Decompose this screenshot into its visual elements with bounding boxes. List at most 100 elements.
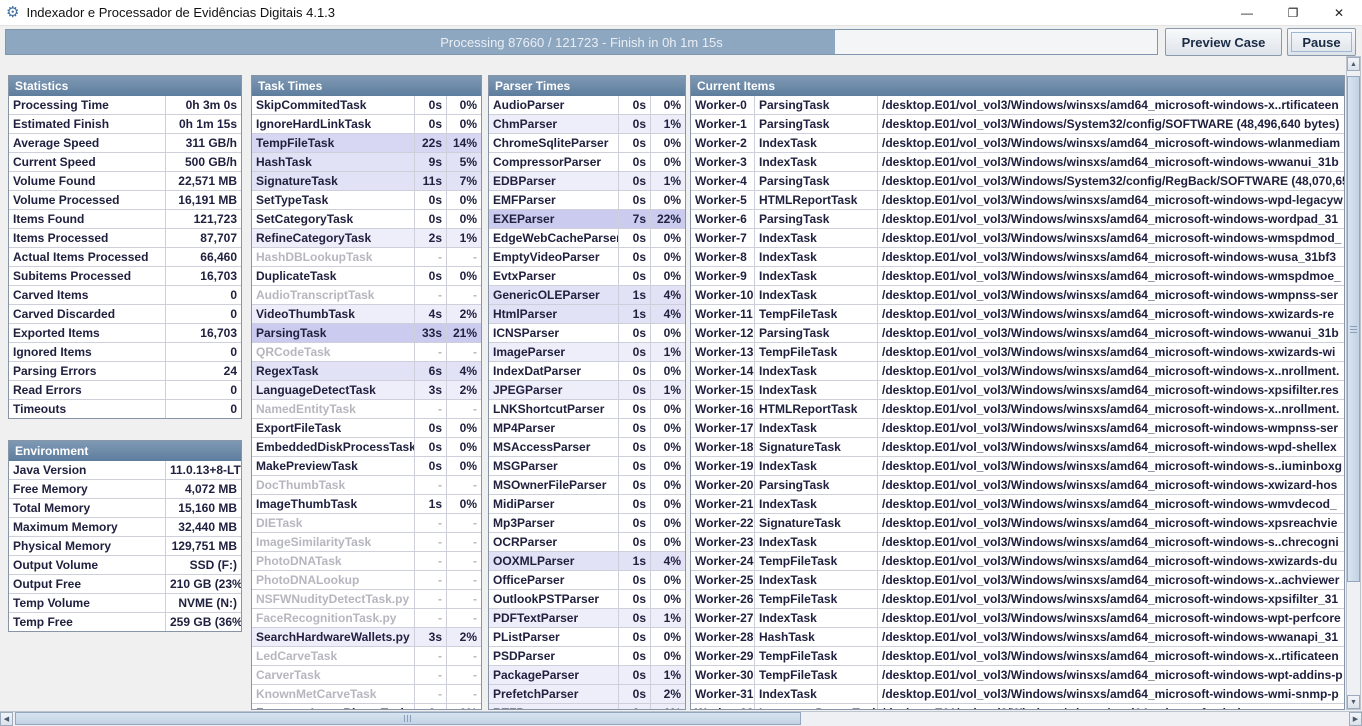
worker-name: Worker-14 bbox=[691, 362, 755, 380]
task-percent: 4% bbox=[651, 552, 685, 570]
table-row: Processing Time0h 3m 0s bbox=[9, 96, 241, 115]
task-time: 0s bbox=[619, 343, 651, 361]
task-name: ParsingTask bbox=[252, 324, 415, 342]
worker-item-path: /desktop.E01/vol_vol3/Windows/winsxs/amd… bbox=[878, 514, 1344, 532]
worker-item-path: /desktop.E01/vol_vol3/Windows/winsxs/amd… bbox=[878, 96, 1344, 114]
worker-task: ParsingTask bbox=[755, 115, 878, 133]
stat-label: Exported Items bbox=[9, 324, 166, 342]
table-row: QRCodeTask-- bbox=[252, 343, 481, 362]
worker-name: Worker-19 bbox=[691, 457, 755, 475]
task-name: CompressorParser bbox=[489, 153, 619, 171]
horizontal-scrollbar[interactable]: ◀ ▶ bbox=[0, 711, 1362, 726]
worker-task: ParsingTask bbox=[755, 210, 878, 228]
task-time: 0s bbox=[415, 96, 447, 114]
task-percent: 0% bbox=[651, 248, 685, 266]
table-row: Worker-6ParsingTask/desktop.E01/vol_vol3… bbox=[691, 210, 1344, 229]
scroll-left-icon[interactable]: ◀ bbox=[0, 712, 13, 726]
table-row: RefineCategoryTask2s1% bbox=[252, 229, 481, 248]
title-bar: ⚙ Indexador e Processador de Evidências … bbox=[0, 0, 1362, 26]
worker-item-path: /desktop.E01/vol_vol3/Windows/winsxs/amd… bbox=[878, 647, 1344, 665]
maximize-button[interactable]: ❐ bbox=[1270, 0, 1316, 26]
stat-value: 16,703 bbox=[166, 267, 241, 285]
minimize-button[interactable]: — bbox=[1224, 0, 1270, 26]
task-name: RegexTask bbox=[252, 362, 415, 380]
table-row: Worker-8IndexTask/desktop.E01/vol_vol3/W… bbox=[691, 248, 1344, 267]
stat-label: Items Found bbox=[9, 210, 166, 228]
stat-value: 0 bbox=[166, 286, 241, 304]
task-name: Mp3Parser bbox=[489, 514, 619, 532]
worker-item-path: /desktop.E01/vol_vol3/Windows/winsxs/amd… bbox=[878, 400, 1344, 418]
progress-bar: Processing 87660 / 121723 - Finish in 0h… bbox=[5, 29, 1158, 55]
worker-task: IndexTask bbox=[755, 457, 878, 475]
table-row: VideoThumbTask4s2% bbox=[252, 305, 481, 324]
stat-label: Maximum Memory bbox=[9, 518, 166, 536]
stat-value: NVME (N:) bbox=[166, 594, 241, 612]
table-row: ChromeSqliteParser0s0% bbox=[489, 134, 685, 153]
worker-item-path: /desktop.E01/vol_vol3/Windows/System32/c… bbox=[878, 115, 1344, 133]
task-name: QRCodeTask bbox=[252, 343, 415, 361]
task-name: SearchHardwareWallets.py bbox=[252, 628, 415, 646]
task-name: HashDBLookupTask bbox=[252, 248, 415, 266]
worker-task: IndexTask bbox=[755, 286, 878, 304]
table-row: IndexDatParser0s0% bbox=[489, 362, 685, 381]
task-time: - bbox=[415, 400, 447, 418]
worker-name: Worker-21 bbox=[691, 495, 755, 513]
close-button[interactable]: ✕ bbox=[1316, 0, 1362, 26]
task-name: PackageParser bbox=[489, 666, 619, 684]
table-row: MP4Parser0s0% bbox=[489, 419, 685, 438]
task-percent: - bbox=[447, 571, 481, 589]
vertical-scrollbar[interactable]: ▲ ▼ bbox=[1346, 56, 1361, 710]
scroll-down-icon[interactable]: ▼ bbox=[1347, 695, 1360, 709]
table-row: PSDParser0s0% bbox=[489, 647, 685, 666]
worker-item-path: /desktop.E01/vol_vol3/Windows/winsxs/amd… bbox=[878, 419, 1344, 437]
task-time: 3s bbox=[415, 381, 447, 399]
task-name: FaceRecognitionTask.py bbox=[252, 609, 415, 627]
task-time: 0s bbox=[619, 514, 651, 532]
task-percent: 2% bbox=[447, 305, 481, 323]
table-row: Volume Processed16,191 MB bbox=[9, 191, 241, 210]
table-row: EXEParser7s22% bbox=[489, 210, 685, 229]
horizontal-scrollbar-thumb[interactable] bbox=[15, 712, 801, 725]
preview-case-button[interactable]: Preview Case bbox=[1165, 28, 1282, 56]
task-name: AudioParser bbox=[489, 96, 619, 114]
table-row: Worker-19IndexTask/desktop.E01/vol_vol3/… bbox=[691, 457, 1344, 476]
table-row: Ignored Items0 bbox=[9, 343, 241, 362]
task-percent: 0% bbox=[447, 210, 481, 228]
task-name: RefineCategoryTask bbox=[252, 229, 415, 247]
table-row: PackageParser0s1% bbox=[489, 666, 685, 685]
table-row: EMFParser0s0% bbox=[489, 191, 685, 210]
task-percent: 0% bbox=[651, 400, 685, 418]
task-time: 0s bbox=[619, 704, 651, 710]
vertical-scrollbar-thumb[interactable] bbox=[1347, 76, 1360, 582]
pause-button[interactable]: Pause bbox=[1287, 28, 1356, 56]
task-percent: - bbox=[447, 476, 481, 494]
task-time: - bbox=[415, 552, 447, 570]
task-time: 0s bbox=[619, 115, 651, 133]
table-row: Worker-7IndexTask/desktop.E01/vol_vol3/W… bbox=[691, 229, 1344, 248]
worker-item-path: /desktop.E01/vol_vol3/Windows/winsxs/amd… bbox=[878, 438, 1344, 456]
scroll-up-icon[interactable]: ▲ bbox=[1347, 57, 1360, 71]
task-time: 2s bbox=[415, 229, 447, 247]
task-time: 0s bbox=[619, 324, 651, 342]
task-percent: 0% bbox=[651, 457, 685, 475]
task-time: - bbox=[415, 514, 447, 532]
stat-value: 0h 3m 0s bbox=[166, 96, 241, 114]
task-time: - bbox=[415, 571, 447, 589]
table-row: DuplicateTask0s0% bbox=[252, 267, 481, 286]
table-row: NSFWNudityDetectTask.py-- bbox=[252, 590, 481, 609]
task-percent: 0% bbox=[651, 514, 685, 532]
task-name: DocThumbTask bbox=[252, 476, 415, 494]
worker-name: Worker-15 bbox=[691, 381, 755, 399]
table-row: PhotoDNATask-- bbox=[252, 552, 481, 571]
task-name: ExportFileTask bbox=[252, 419, 415, 437]
task-time: 33s bbox=[415, 324, 447, 342]
table-row: HtmlParser1s4% bbox=[489, 305, 685, 324]
task-percent: 1% bbox=[651, 609, 685, 627]
task-name: SetCategoryTask bbox=[252, 210, 415, 228]
scroll-right-icon[interactable]: ▶ bbox=[1349, 712, 1362, 726]
table-row: Worker-16HTMLReportTask/desktop.E01/vol_… bbox=[691, 400, 1344, 419]
task-time: 0s bbox=[415, 457, 447, 475]
worker-name: Worker-2 bbox=[691, 134, 755, 152]
table-row: Worker-13TempFileTask/desktop.E01/vol_vo… bbox=[691, 343, 1344, 362]
table-row: Worker-21IndexTask/desktop.E01/vol_vol3/… bbox=[691, 495, 1344, 514]
